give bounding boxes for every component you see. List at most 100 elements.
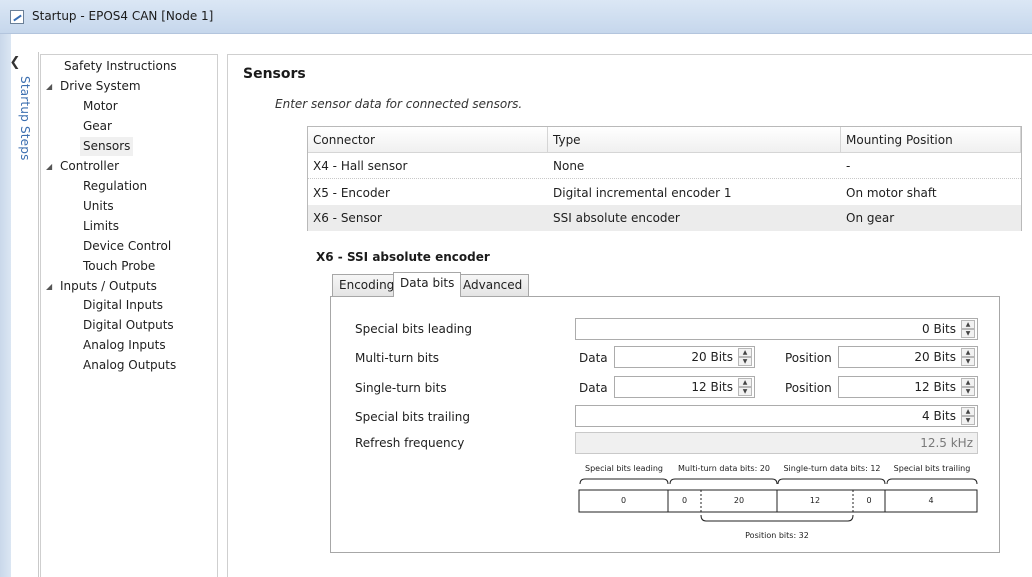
- table-row[interactable]: X4 - Hall sensor None -: [308, 153, 1021, 179]
- multi-turn-data-value: 20 Bits: [691, 350, 733, 364]
- cell-type: SSI absolute encoder: [553, 211, 680, 225]
- page-description: Enter sensor data for connected sensors.: [275, 97, 523, 111]
- tree-item-inputs-outputs[interactable]: Inputs / Outputs: [60, 277, 157, 296]
- tab-advanced[interactable]: Advanced: [456, 274, 530, 296]
- special-bits-trailing-label: Special bits trailing: [355, 410, 470, 424]
- tree-item-analog-outputs[interactable]: Analog Outputs: [83, 356, 176, 375]
- tree-item-drive-system[interactable]: Drive System: [60, 77, 141, 96]
- cell-type: None: [553, 159, 585, 173]
- expand-triangle-icon[interactable]: ◢: [46, 163, 54, 171]
- expand-triangle-icon[interactable]: ◢: [46, 83, 54, 91]
- tree-item-safety-instructions[interactable]: Safety Instructions: [64, 57, 177, 76]
- title-bar: Startup - EPOS4 CAN [Node 1]: [0, 0, 1032, 34]
- spin-down-icon[interactable]: ▼: [738, 387, 752, 396]
- spin-up-icon[interactable]: ▲: [738, 378, 752, 387]
- sensor-table: Connector Type Mounting Position X4 - Ha…: [307, 126, 1022, 231]
- tree-item-gear[interactable]: Gear: [83, 117, 112, 136]
- cell-mounting: On motor shaft: [846, 186, 937, 200]
- chevron-left-icon[interactable]: ❮: [8, 55, 22, 70]
- tab-encoding[interactable]: Encoding: [332, 274, 402, 296]
- spin-up-icon[interactable]: ▲: [961, 348, 975, 357]
- spin-up-icon[interactable]: ▲: [961, 320, 975, 329]
- bit-label-position-bits: Position bits: 32: [745, 531, 809, 540]
- bit-label-special-leading: Special bits leading: [584, 464, 663, 473]
- single-turn-position-label: Position: [785, 381, 832, 395]
- spin-down-icon[interactable]: ▼: [961, 416, 975, 425]
- tree-item-limits[interactable]: Limits: [83, 217, 119, 236]
- app-icon: [10, 10, 24, 24]
- special-bits-trailing-input[interactable]: 4 Bits ▲ ▼: [575, 405, 978, 427]
- tree-item-regulation[interactable]: Regulation: [83, 177, 147, 196]
- table-row[interactable]: X5 - Encoder Digital incremental encoder…: [308, 180, 1021, 206]
- single-turn-bits-label: Single-turn bits: [355, 381, 447, 395]
- tree-item-digital-inputs[interactable]: Digital Inputs: [83, 296, 163, 315]
- cell-mounting: On gear: [846, 211, 895, 225]
- tree-item-digital-outputs[interactable]: Digital Outputs: [83, 316, 174, 335]
- expand-triangle-icon[interactable]: ◢: [46, 283, 54, 291]
- tree-item-sensors[interactable]: Sensors: [80, 137, 134, 156]
- single-turn-data-spinner[interactable]: ▲ ▼: [738, 378, 752, 396]
- special-bits-leading-input[interactable]: 0 Bits ▲ ▼: [575, 318, 978, 340]
- bit-label-single-turn: Single-turn data bits: 12: [783, 464, 881, 473]
- special-bits-trailing-spinner[interactable]: ▲ ▼: [961, 407, 975, 425]
- cell-connector: X5 - Encoder: [313, 186, 390, 200]
- cell-type: Digital incremental encoder 1: [553, 186, 732, 200]
- bit-label-special-trailing: Special bits trailing: [893, 464, 971, 473]
- bit-cell-multi-data: 20: [733, 496, 745, 505]
- tree-item-touch-probe[interactable]: Touch Probe: [83, 257, 155, 276]
- bit-cell-leading: 0: [620, 496, 627, 505]
- spin-down-icon[interactable]: ▼: [961, 387, 975, 396]
- column-header-connector[interactable]: Connector: [308, 127, 548, 153]
- bit-cell-single-pad: 0: [866, 496, 872, 505]
- cell-connector: X4 - Hall sensor: [313, 159, 408, 173]
- multi-turn-bits-label: Multi-turn bits: [355, 351, 440, 365]
- special-bits-trailing-value: 4 Bits: [922, 409, 956, 423]
- bit-label-multi-turn: Multi-turn data bits: 20: [678, 464, 770, 473]
- column-header-mounting-position[interactable]: Mounting Position: [841, 127, 1021, 153]
- tree-item-controller[interactable]: Controller: [60, 157, 119, 176]
- bit-layout-diagram: Special bits leading Multi-turn data bit…: [570, 460, 985, 545]
- bit-cell-single-data: 12: [809, 496, 821, 505]
- single-turn-data-label: Data: [579, 381, 608, 395]
- multi-turn-position-spinner[interactable]: ▲ ▼: [961, 348, 975, 366]
- table-header: Connector Type Mounting Position: [308, 127, 1021, 153]
- table-row-selected[interactable]: X6 - Sensor SSI absolute encoder On gear: [308, 205, 1021, 231]
- cell-mounting: -: [846, 159, 851, 173]
- multi-turn-data-label: Data: [579, 351, 608, 365]
- multi-turn-data-spinner[interactable]: ▲ ▼: [738, 348, 752, 366]
- tree-item-units[interactable]: Units: [83, 197, 114, 216]
- tree-item-motor[interactable]: Motor: [83, 97, 118, 116]
- spin-down-icon[interactable]: ▼: [961, 357, 975, 366]
- spin-up-icon[interactable]: ▲: [961, 407, 975, 416]
- column-header-type[interactable]: Type: [548, 127, 841, 153]
- bit-cell-multi-pad: 0: [681, 496, 688, 505]
- multi-turn-position-input[interactable]: 20 Bits ▲ ▼: [838, 346, 978, 368]
- special-bits-leading-label: Special bits leading: [355, 322, 473, 336]
- page-title: Sensors: [243, 66, 306, 82]
- window-title: Startup - EPOS4 CAN [Node 1]: [32, 9, 214, 23]
- multi-turn-data-input[interactable]: 20 Bits ▲ ▼: [614, 346, 755, 368]
- special-bits-leading-value: 0 Bits: [922, 322, 956, 336]
- tree-item-analog-inputs[interactable]: Analog Inputs: [83, 336, 166, 355]
- tree-item-device-control[interactable]: Device Control: [83, 237, 171, 256]
- refresh-frequency-label: Refresh frequency: [355, 436, 465, 450]
- spin-up-icon[interactable]: ▲: [961, 378, 975, 387]
- multi-turn-position-label: Position: [785, 351, 832, 365]
- refresh-frequency-value: 12.5 kHz: [920, 436, 973, 450]
- spin-up-icon[interactable]: ▲: [738, 348, 752, 357]
- single-turn-data-input[interactable]: 12 Bits ▲ ▼: [614, 376, 755, 398]
- refresh-frequency-field: 12.5 kHz: [575, 432, 978, 454]
- single-turn-data-value: 12 Bits: [691, 380, 733, 394]
- window-frame: [0, 34, 11, 577]
- special-bits-leading-spinner[interactable]: ▲ ▼: [961, 320, 975, 338]
- tab-data-bits[interactable]: Data bits: [393, 272, 462, 297]
- single-turn-position-spinner[interactable]: ▲ ▼: [961, 378, 975, 396]
- single-turn-position-input[interactable]: 12 Bits ▲ ▼: [838, 376, 978, 398]
- group-title: X6 - SSI absolute encoder: [316, 250, 490, 264]
- spin-down-icon[interactable]: ▼: [738, 357, 752, 366]
- startup-steps-label[interactable]: Startup Steps: [18, 76, 32, 161]
- spin-down-icon[interactable]: ▼: [961, 329, 975, 338]
- bit-cell-trailing: 4: [928, 496, 934, 505]
- multi-turn-position-value: 20 Bits: [914, 350, 956, 364]
- cell-connector: X6 - Sensor: [313, 211, 382, 225]
